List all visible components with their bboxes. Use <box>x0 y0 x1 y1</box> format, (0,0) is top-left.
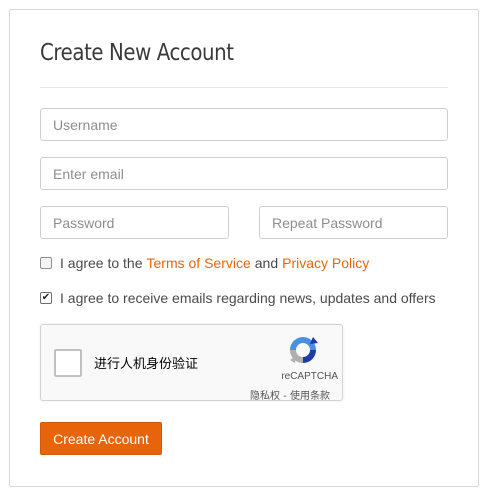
newsletter-agreement-row: ✔ I agree to receive emails regarding ne… <box>40 290 436 306</box>
create-account-button[interactable]: Create Account <box>40 422 162 455</box>
recaptcha-checkbox[interactable] <box>54 349 82 377</box>
newsletter-label: I agree to receive emails regarding news… <box>60 290 436 306</box>
recaptcha-label: 进行人机身份验证 <box>94 357 199 372</box>
terms-prefix-text: I agree to the <box>60 255 143 271</box>
recaptcha-separator: - <box>280 391 290 402</box>
terms-agreement-row: I agree to the Terms of Service and Priv… <box>40 255 369 271</box>
recaptcha-privacy-link[interactable]: 隐私权 <box>250 391 280 402</box>
email-input[interactable] <box>40 157 448 190</box>
terms-of-service-link[interactable]: Terms of Service <box>147 255 251 271</box>
create-account-card: Create New Account I agree to the Terms … <box>9 9 479 487</box>
recaptcha-logo-icon <box>290 337 318 363</box>
privacy-policy-link[interactable]: Privacy Policy <box>282 255 369 271</box>
username-input[interactable] <box>40 108 448 141</box>
terms-checkbox[interactable] <box>40 257 52 269</box>
form-title: Create New Account <box>40 40 234 66</box>
recaptcha-terms-link[interactable]: 使用条款 <box>290 391 330 402</box>
recaptcha-brand: reCAPTCHA <box>281 371 338 382</box>
recaptcha-widget: 进行人机身份验证 reCAPTCHA 隐私权 - 使用条款 <box>40 324 343 402</box>
terms-and-text: and <box>254 255 279 271</box>
repeat-password-input[interactable] <box>259 206 448 239</box>
title-divider <box>40 87 448 88</box>
recaptcha-links: 隐私权 - 使用条款 <box>250 387 330 402</box>
checkmark-icon: ✔ <box>41 292 51 303</box>
password-input[interactable] <box>40 206 229 239</box>
newsletter-checkbox[interactable]: ✔ <box>40 292 52 304</box>
